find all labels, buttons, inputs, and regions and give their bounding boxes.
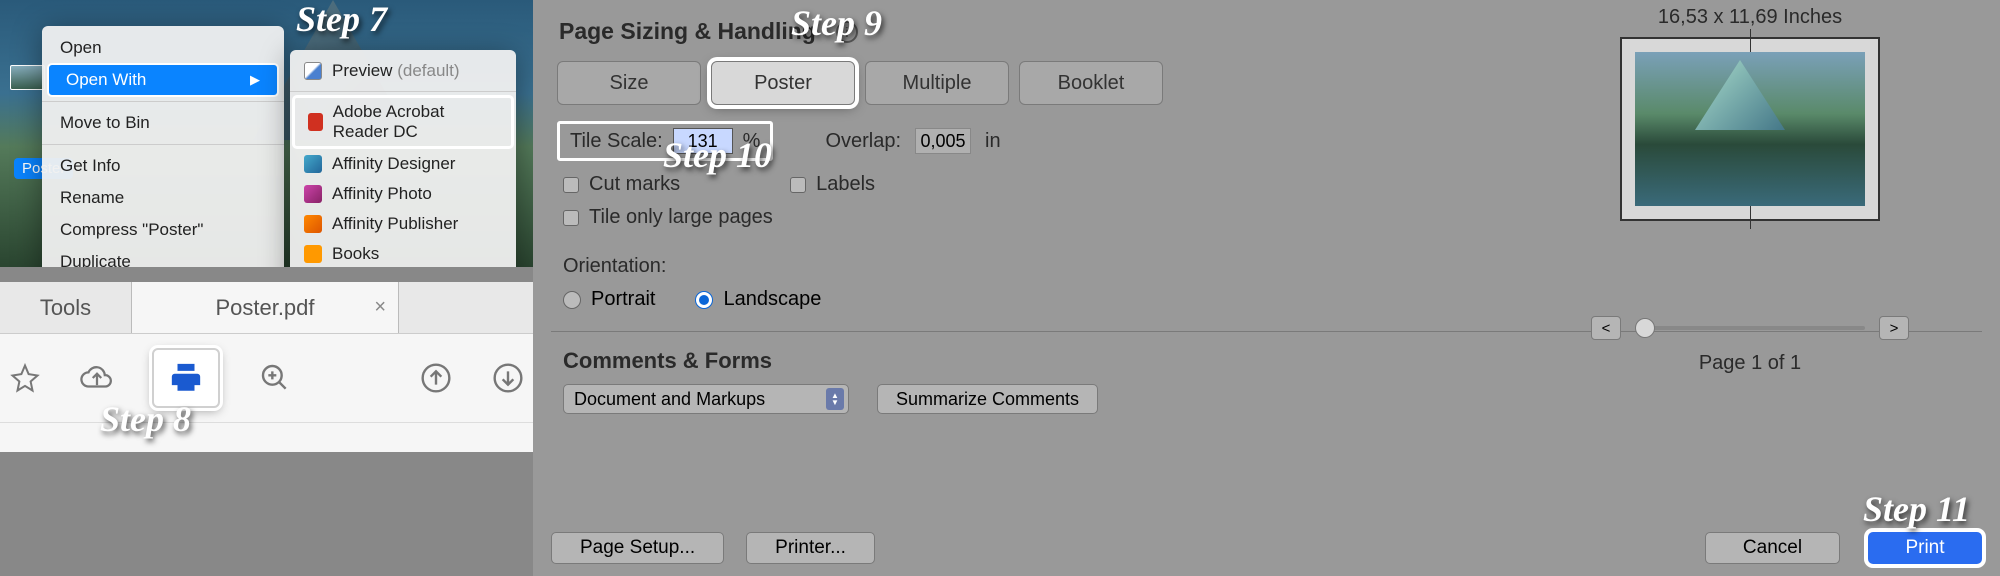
page-preview (1620, 37, 1880, 221)
desktop-background: Poster Open Open With ▶ Move to Bin Get … (0, 0, 533, 267)
books-icon (304, 245, 322, 263)
page-counter: Page 1 of 1 (1540, 352, 1960, 375)
dimensions-label: 16,53 x 11,69 Inches (1540, 6, 1960, 29)
preview-label: Preview (332, 61, 392, 80)
ctx-move-to-bin[interactable]: Move to Bin (42, 107, 284, 139)
overlap-input[interactable] (915, 128, 971, 154)
acrobat-label: Adobe Acrobat Reader DC (333, 102, 498, 142)
ctx-open-with-label: Open With (66, 70, 146, 90)
printer-button[interactable]: Printer... (746, 532, 875, 564)
ctx-open[interactable]: Open (42, 32, 284, 64)
cloud-upload-icon[interactable] (80, 361, 114, 395)
affinity-photo-icon (304, 185, 322, 203)
affinity-designer-icon (304, 155, 322, 173)
seg-poster[interactable]: Poster (711, 61, 855, 105)
slider-thumb[interactable] (1635, 318, 1655, 338)
openwith-acrobat[interactable]: Adobe Acrobat Reader DC (294, 97, 512, 147)
radio-landscape[interactable]: Landscape (695, 288, 821, 311)
affinity-publisher-icon (304, 215, 322, 233)
acrobat-icon (308, 113, 323, 131)
comments-dropdown[interactable]: Document and Markups ▲▼ (563, 384, 849, 414)
openwith-affinity-photo[interactable]: Affinity Photo (290, 179, 516, 209)
openwith-books[interactable]: Books (290, 239, 516, 267)
labels-check[interactable]: Labels (790, 173, 875, 196)
seg-multiple[interactable]: Multiple (865, 61, 1009, 105)
up-arrow-icon[interactable] (419, 361, 453, 395)
summarize-button[interactable]: Summarize Comments (877, 384, 1098, 414)
page-setup-button[interactable]: Page Setup... (551, 532, 724, 564)
seg-size[interactable]: Size (557, 61, 701, 105)
step-7-label: Step 7 (296, 0, 387, 40)
orientation-label: Orientation: (563, 255, 2000, 278)
openwith-affinity-designer[interactable]: Affinity Designer (290, 149, 516, 179)
ctx-get-info[interactable]: Get Info (42, 150, 284, 182)
acrobat-window: Tools Poster.pdf × (0, 282, 533, 452)
step-8-label: Step 8 (100, 398, 191, 440)
overlap-unit: in (985, 130, 1001, 153)
step-11-label: Step 11 (1863, 488, 1970, 530)
openwith-preview[interactable]: Preview (default) (290, 56, 516, 86)
preview-thumbnail (1635, 52, 1865, 206)
print-confirm-button[interactable]: Print (1868, 532, 1982, 564)
toolbar (0, 334, 533, 423)
tab-file[interactable]: Poster.pdf × (132, 282, 399, 333)
open-with-submenu: Preview (default) Adobe Acrobat Reader D… (290, 50, 516, 267)
star-icon[interactable] (8, 361, 42, 395)
down-arrow-icon[interactable] (491, 361, 525, 395)
page-slider[interactable] (1635, 326, 1865, 330)
overlap-label: Overlap: (825, 130, 901, 153)
radio-portrait[interactable]: Portrait (563, 288, 655, 311)
seg-booklet[interactable]: Booklet (1019, 61, 1163, 105)
ctx-duplicate[interactable]: Duplicate (42, 246, 284, 267)
step-9-label: Step 9 (791, 2, 882, 44)
preview-icon (304, 62, 322, 80)
ctx-rename[interactable]: Rename (42, 182, 284, 214)
tile-scale-label: Tile Scale: (570, 130, 663, 153)
next-page-button[interactable]: > (1879, 316, 1909, 340)
default-label: (default) (397, 61, 459, 80)
file-thumbnail[interactable] (10, 65, 45, 90)
ctx-compress[interactable]: Compress "Poster" (42, 214, 284, 246)
cancel-button[interactable]: Cancel (1705, 532, 1840, 564)
tab-tools[interactable]: Tools (0, 282, 132, 333)
openwith-affinity-publisher[interactable]: Affinity Publisher (290, 209, 516, 239)
dropdown-arrows-icon: ▲▼ (826, 388, 844, 410)
ctx-open-with[interactable]: Open With ▶ (48, 64, 278, 96)
context-menu: Open Open With ▶ Move to Bin Get Info Re… (42, 26, 284, 267)
close-icon[interactable]: × (374, 296, 386, 319)
cut-marks-check[interactable]: Cut marks (563, 173, 680, 196)
prev-page-button[interactable]: < (1591, 316, 1621, 340)
step-10-label: Step 10 (663, 134, 772, 176)
printer-icon (166, 361, 206, 395)
tab-file-label: Poster.pdf (215, 295, 314, 321)
chevron-right-icon: ▶ (250, 72, 260, 88)
page-sizing-title: Page Sizing & Handling (559, 18, 816, 45)
zoom-icon[interactable] (258, 361, 292, 395)
